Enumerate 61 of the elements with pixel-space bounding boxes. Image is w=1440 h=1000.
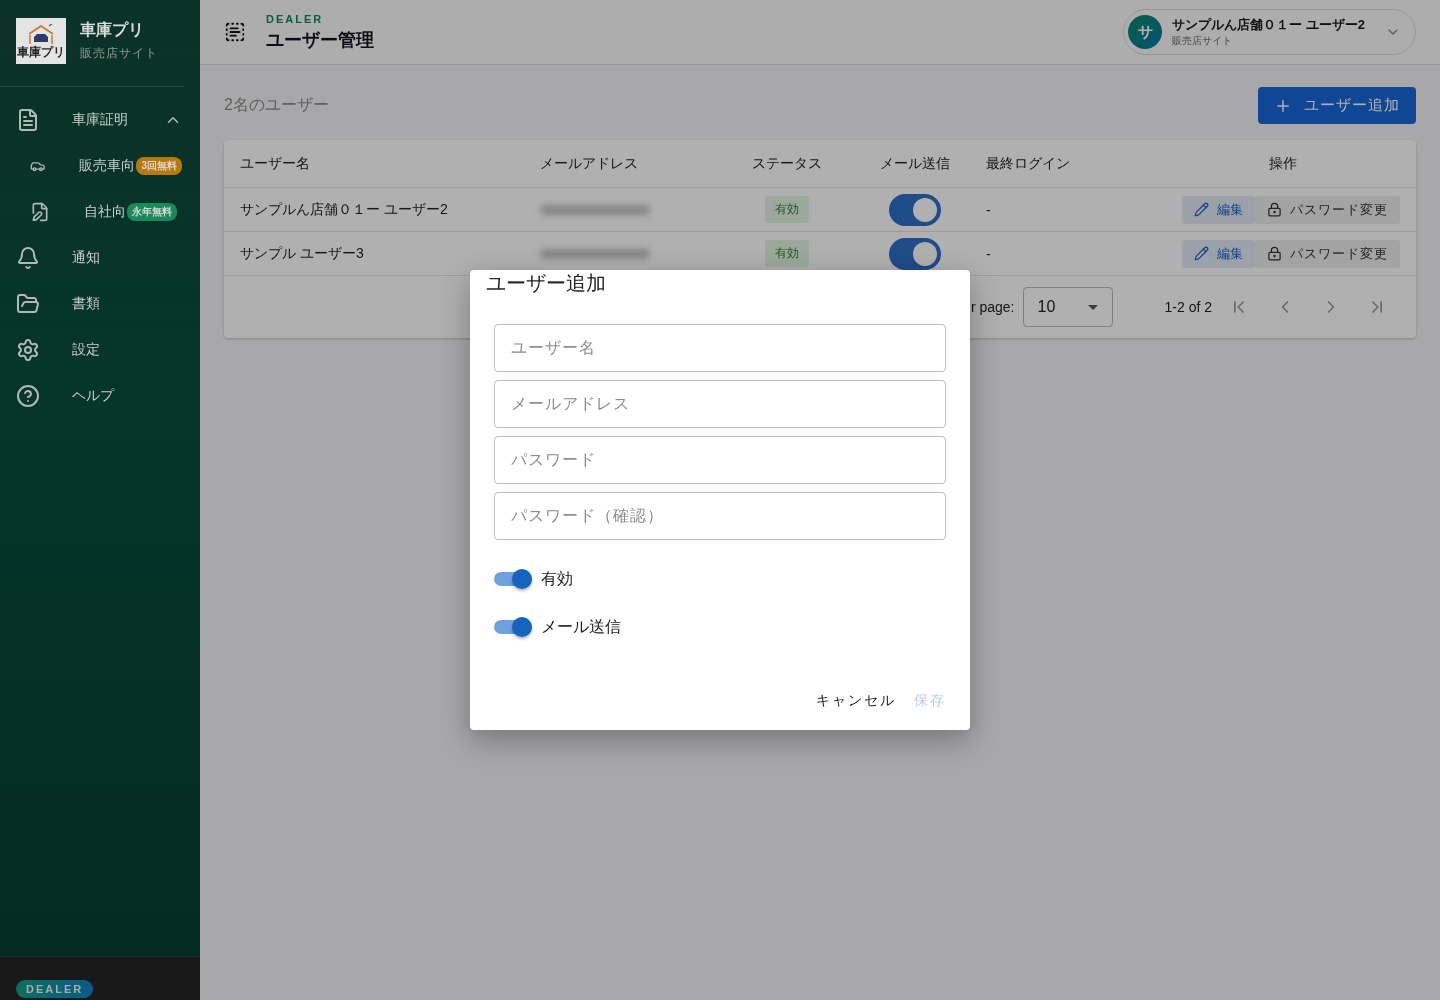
plan-badge: 3回無料 — [136, 157, 182, 175]
add-user-button[interactable]: ユーザー追加 — [1258, 87, 1416, 124]
rows-per-page-label: r page: — [970, 299, 1015, 315]
page-range: 1-2 of 2 — [1164, 299, 1212, 315]
column-header: ステータス — [714, 140, 860, 188]
nav-icon — [16, 292, 40, 316]
nav-icon — [16, 108, 40, 132]
column-header: 操作 — [1150, 140, 1416, 188]
change-password-button[interactable]: パスワード変更 — [1255, 239, 1400, 268]
input-field[interactable]: ユーザー名 — [494, 324, 946, 372]
cancel-button[interactable]: キャンセル — [816, 686, 896, 716]
app-subtitle: 販売店サイト — [80, 45, 158, 62]
input-field[interactable]: パスワード（確認） — [494, 492, 946, 540]
app-name: 車庫プリ — [80, 20, 145, 40]
column-header: 最終ログイン — [970, 140, 1150, 188]
page-title: ユーザー管理 — [266, 28, 374, 52]
role-badge: DEALER — [16, 980, 94, 998]
pencil-icon — [1194, 246, 1209, 261]
nav-icon — [16, 384, 40, 408]
sidebar-subitem[interactable]: 販売車向 3回無料 — [0, 143, 200, 189]
status-badge: 有効 — [765, 196, 809, 223]
change-password-button[interactable]: パスワード変更 — [1255, 195, 1400, 224]
toggle-switch[interactable] — [494, 572, 532, 586]
sidebar-item[interactable]: 通知 — [0, 235, 200, 281]
sidebar-item[interactable]: 車庫証明 — [0, 97, 200, 143]
rows-per-page-select[interactable]: 10 — [1022, 287, 1113, 327]
nav-icon — [16, 338, 40, 362]
input-field[interactable]: パスワード — [494, 436, 946, 484]
table-cell: サンプルん店舗０１ー ユーザー2 — [224, 188, 524, 232]
table-cell: - — [970, 232, 1150, 276]
column-header: ユーザー名 — [224, 140, 524, 188]
sidebar-item[interactable]: ヘルプ — [0, 373, 200, 419]
user-subtitle: 販売店サイト — [1172, 34, 1234, 48]
nav-icon — [30, 202, 50, 222]
lock-icon — [1267, 202, 1282, 217]
house-car-icon — [26, 24, 56, 46]
dropdown-caret-icon — [1087, 304, 1098, 310]
table-cell: - — [970, 188, 1150, 232]
mail-toggle[interactable] — [889, 237, 941, 270]
toggle-label: 有効 — [541, 568, 573, 589]
user-avatar: サ — [1128, 15, 1163, 49]
sidebar-item[interactable]: 書類 — [0, 281, 200, 327]
edit-button[interactable]: 編集 — [1182, 239, 1255, 268]
logo-caption: 車庫プリ — [17, 46, 65, 58]
nav-icon — [16, 246, 40, 270]
page-eyebrow: DEALER — [266, 12, 325, 25]
user-name: サンプルん店舗０１ー ユーザー2 — [1172, 16, 1365, 34]
sidebar-item[interactable]: 設定 — [0, 327, 200, 373]
input-field[interactable]: メールアドレス — [494, 380, 946, 428]
edit-button[interactable]: 編集 — [1182, 195, 1255, 224]
status-badge: 有効 — [765, 240, 809, 267]
user-count: 2名のユーザー — [224, 95, 329, 115]
column-header: メールアドレス — [524, 140, 714, 188]
toggle-label: メール送信 — [541, 616, 621, 637]
column-header: メール送信 — [860, 140, 970, 188]
mail-toggle[interactable] — [889, 193, 941, 226]
sidebar-subitem[interactable]: 自社向 永年無料 — [0, 189, 200, 235]
plan-badge: 永年無料 — [127, 203, 177, 221]
lock-icon — [1267, 246, 1282, 261]
pencil-icon — [1194, 202, 1209, 217]
toggle-switch[interactable] — [494, 620, 532, 634]
